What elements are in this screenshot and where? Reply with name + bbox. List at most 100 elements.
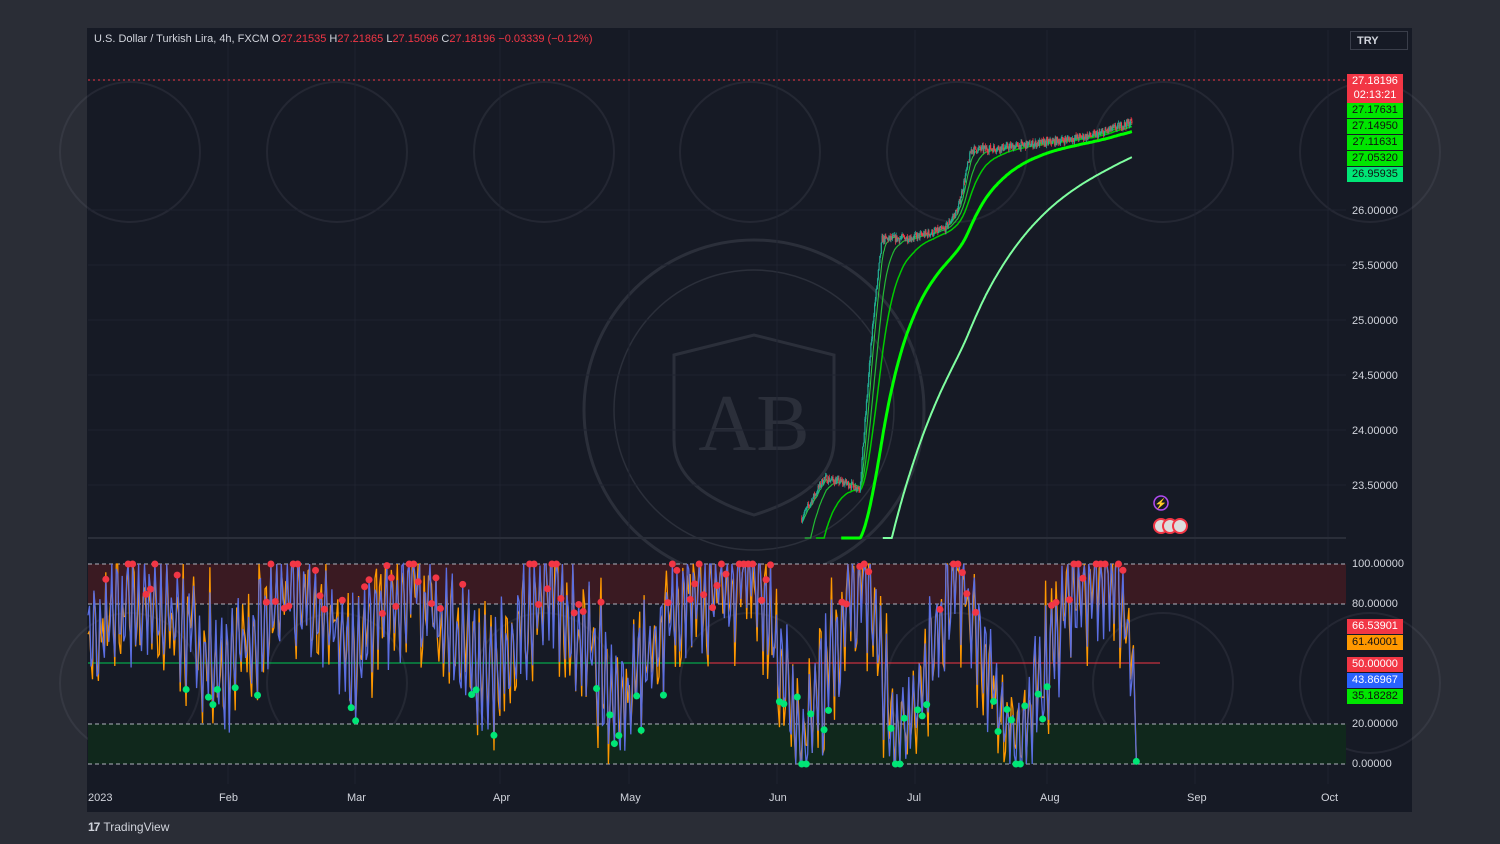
- overbought-dot: [1065, 596, 1073, 604]
- moving-average-line: [804, 123, 1132, 539]
- oversold-dot: [896, 760, 904, 768]
- oversold-dot: [204, 693, 212, 701]
- overbought-dot: [530, 560, 538, 568]
- time-tick: May: [620, 792, 641, 804]
- candle-body: [852, 481, 854, 485]
- osc-tick: 20.00000: [1352, 718, 1398, 730]
- watermark-initials: AB: [698, 380, 809, 468]
- osc-tick: 0.00000: [1352, 758, 1392, 770]
- oversold-dot: [1034, 690, 1042, 698]
- overbought-dot: [1052, 598, 1060, 606]
- osc-label-3: 50.00000: [1347, 657, 1403, 672]
- overbought-dot: [597, 598, 605, 606]
- currency-selector[interactable]: TRY: [1350, 31, 1408, 50]
- oversold-dot: [918, 712, 926, 720]
- candle-body: [928, 230, 930, 235]
- tradingview-branding[interactable]: 17 TradingView: [88, 820, 169, 834]
- oversold-dot: [490, 731, 498, 739]
- overbought-dot: [383, 562, 391, 570]
- oversold-dot: [637, 726, 645, 734]
- candle-body: [878, 262, 880, 270]
- oversold-dot: [914, 706, 922, 714]
- oversold-dot: [793, 693, 801, 701]
- tradingview-logo-icon: 17: [88, 820, 100, 834]
- oversold-dot: [1003, 705, 1011, 713]
- oversold-dot: [1132, 757, 1140, 765]
- oversold-dot: [990, 697, 998, 705]
- close-value: 27.18196: [449, 33, 496, 45]
- oversold-dot: [1016, 760, 1024, 768]
- ma-label-5: 26.95935: [1347, 167, 1403, 182]
- oversold-dot: [213, 685, 221, 693]
- overbought-dot: [762, 576, 770, 584]
- price-tick: 23.50000: [1352, 480, 1398, 492]
- low-value: 27.15096: [392, 33, 439, 45]
- overbought-dot: [285, 602, 293, 610]
- overbought-dot: [579, 608, 587, 616]
- watermark-badge: [266, 81, 408, 223]
- candle-body: [877, 269, 879, 279]
- time-tick: 2023: [88, 792, 113, 804]
- overbought-dot: [410, 560, 418, 568]
- oversold-dot: [807, 710, 815, 718]
- watermark-badge: [886, 81, 1028, 223]
- overbought-dot: [717, 560, 725, 568]
- candle-body: [966, 162, 969, 169]
- ma-label-1: 27.17631: [1347, 103, 1403, 118]
- overbought-dot: [695, 560, 703, 568]
- overbought-dot: [691, 580, 699, 588]
- candle-body: [905, 238, 907, 241]
- oversold-dot: [923, 701, 931, 709]
- osc-label-1: 66.53901: [1347, 619, 1403, 634]
- watermark-badge: [1092, 81, 1234, 223]
- candle-body: [860, 472, 862, 482]
- oversold-dot: [231, 684, 239, 692]
- oversold-dot: [1021, 702, 1029, 710]
- candle-body: [964, 175, 966, 183]
- overbought-dot: [575, 600, 583, 608]
- us-flag-event-icon-3[interactable]: [1172, 518, 1188, 534]
- overbought-dot: [842, 600, 850, 608]
- overbought-dot: [361, 583, 369, 591]
- oversold-dot: [593, 685, 601, 693]
- oversold-dot: [182, 685, 190, 693]
- osc-label-4: 43.86967: [1347, 673, 1403, 688]
- overbought-dot: [365, 576, 373, 584]
- overbought-dot: [543, 585, 551, 593]
- chart-canvas[interactable]: AB ⚡: [0, 0, 1500, 844]
- overbought-dot: [378, 609, 386, 617]
- overbought-dot: [1074, 560, 1082, 568]
- overbought-dot: [1079, 574, 1087, 582]
- candle-body: [917, 233, 919, 240]
- last-price-label: 27.18196: [1347, 74, 1403, 89]
- oversold-dot: [659, 691, 667, 699]
- overbought-dot: [320, 605, 328, 613]
- oversold-dot: [1007, 716, 1015, 724]
- oversold-dot: [472, 686, 480, 694]
- oversold-dot: [352, 717, 360, 725]
- overbought-dot: [312, 566, 320, 574]
- symbol-name: U.S. Dollar / Turkish Lira, 4h, FXCM: [94, 33, 269, 45]
- overbought-dot: [767, 561, 775, 569]
- overbought-dot: [432, 574, 440, 582]
- overbought-dot: [713, 581, 721, 589]
- overbought-dot: [963, 590, 971, 598]
- candle-body: [853, 484, 855, 490]
- candle-body: [875, 289, 877, 300]
- candle-body: [1008, 145, 1010, 150]
- oversold-dot: [802, 760, 810, 768]
- overbought-dot: [436, 604, 444, 612]
- overbought-dot: [129, 560, 137, 568]
- event-markers[interactable]: ⚡: [1153, 495, 1188, 534]
- watermark-badge: [473, 81, 615, 223]
- oversold-dot: [610, 740, 618, 748]
- overbought-dot: [294, 560, 302, 568]
- overbought-dot: [570, 609, 578, 617]
- overbought-dot: [958, 569, 966, 577]
- candle-body: [903, 236, 905, 238]
- oversold-dot: [1039, 715, 1047, 723]
- time-tick: Feb: [219, 792, 238, 804]
- overbought-dot: [722, 570, 730, 578]
- symbol-legend[interactable]: U.S. Dollar / Turkish Lira, 4h, FXCM O27…: [94, 33, 592, 45]
- overbought-dot: [1119, 566, 1127, 574]
